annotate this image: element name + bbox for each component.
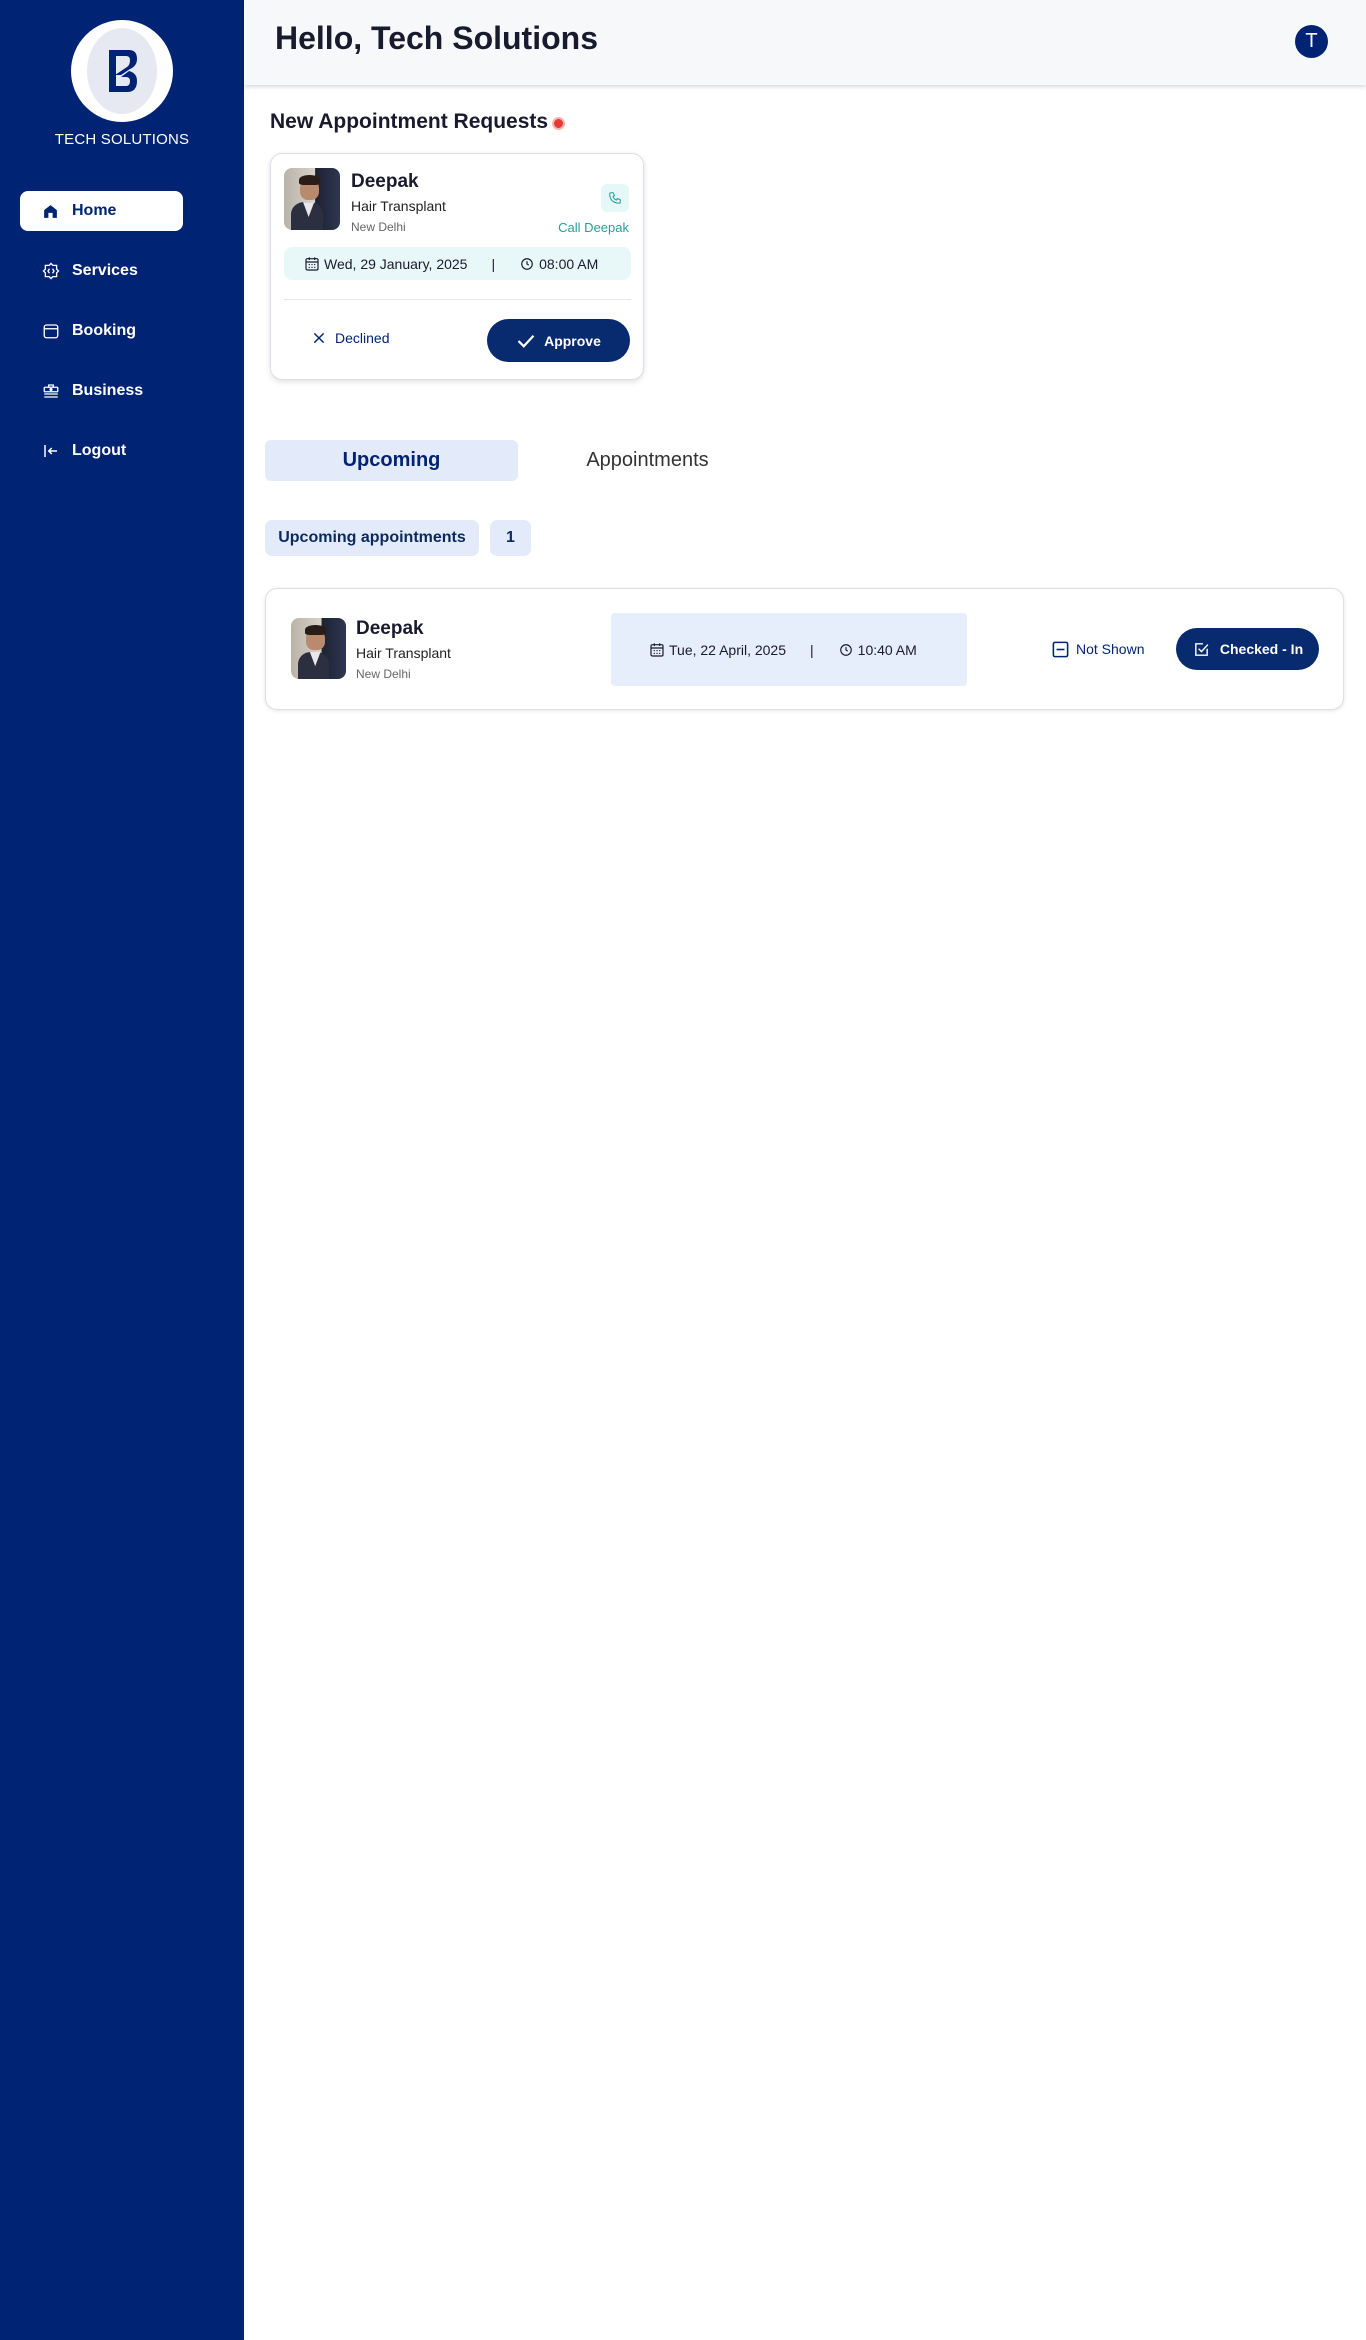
top-header: Hello, Tech Solutions T: [244, 0, 1366, 85]
sidebar-item-label: Home: [72, 202, 117, 219]
calendar-icon: [304, 256, 320, 272]
requests-heading-text: New Appointment Requests: [270, 110, 549, 133]
sidebar-item-services[interactable]: Services: [20, 251, 183, 291]
decline-label: Declined: [335, 330, 390, 346]
card-divider: [284, 299, 631, 300]
brand-logo-mark: [87, 28, 157, 114]
close-icon: [311, 330, 327, 346]
sidebar-item-label: Logout: [72, 442, 127, 459]
services-icon: [41, 262, 60, 281]
approve-button[interactable]: Approve: [487, 319, 630, 362]
client-name: Deepak: [356, 618, 424, 639]
appointment-time: 10:40 AM: [857, 641, 917, 658]
client-photo: [291, 618, 346, 679]
clock-icon: [838, 642, 854, 658]
upcoming-appointments-label: Upcoming appointments: [265, 520, 479, 556]
sidebar-item-label: Business: [72, 382, 144, 399]
decline-button[interactable]: Declined: [311, 330, 389, 346]
upcoming-appointment-card: Deepak Hair Transplant New Delhi Tue, 22…: [265, 588, 1344, 710]
datetime-separator: |: [491, 255, 496, 272]
tab-upcoming[interactable]: Upcoming: [265, 440, 518, 481]
sidebar-item-label: Services: [72, 262, 138, 279]
user-avatar[interactable]: T: [1295, 25, 1328, 58]
request-date: Wed, 29 January, 2025: [324, 255, 468, 272]
client-name: Deepak: [351, 171, 419, 192]
logout-icon: [41, 442, 60, 461]
request-datetime-bar: Wed, 29 January, 2025 | 08:00 AM: [284, 247, 631, 280]
clock-icon: [519, 256, 535, 272]
call-button[interactable]: [601, 184, 629, 212]
checked-in-button[interactable]: Checked - In: [1176, 628, 1319, 670]
tab-appointments[interactable]: Appointments: [518, 440, 777, 481]
upcoming-count-badge: 1: [490, 520, 531, 556]
request-time: 08:00 AM: [539, 255, 599, 272]
sidebar-nav: Home Services Booking Business Logout: [20, 191, 183, 491]
notification-dot-icon: [552, 116, 566, 130]
phone-icon: [609, 192, 621, 204]
client-photo: [284, 168, 340, 230]
sidebar-item-label: Booking: [72, 322, 136, 339]
not-shown-button[interactable]: Not Shown: [1050, 639, 1144, 659]
calendar-icon: [649, 642, 665, 658]
appointment-datetime-box: Tue, 22 April, 2025 | 10:40 AM: [611, 613, 967, 686]
call-client-link[interactable]: Call Deepak: [558, 220, 629, 235]
approve-label: Approve: [544, 332, 601, 349]
brand-name: TECH SOLUTIONS: [54, 131, 190, 148]
page-title: Hello, Tech Solutions: [275, 20, 598, 56]
client-service: Hair Transplant: [351, 198, 446, 214]
sidebar: TECH SOLUTIONS Home Services Booking Bus…: [0, 0, 244, 2340]
sidebar-item-home[interactable]: Home: [20, 191, 183, 231]
sidebar-item-business[interactable]: Business: [20, 371, 183, 411]
checkbox-checked-icon: [1192, 639, 1212, 659]
sidebar-item-logout[interactable]: Logout: [20, 431, 183, 471]
brand-logo[interactable]: [71, 20, 173, 122]
client-city: New Delhi: [351, 220, 406, 234]
client-city: New Delhi: [356, 667, 411, 681]
not-shown-label: Not Shown: [1076, 641, 1145, 657]
requests-heading: New Appointment Requests: [270, 110, 566, 134]
booking-icon: [41, 322, 60, 341]
business-icon: [41, 382, 60, 401]
home-icon: [41, 202, 60, 221]
checked-in-label: Checked - In: [1219, 641, 1304, 657]
client-service: Hair Transplant: [356, 645, 451, 661]
minus-square-icon: [1050, 639, 1070, 659]
sidebar-item-booking[interactable]: Booking: [20, 311, 183, 351]
logo-b-icon: [109, 50, 137, 92]
appointment-request-card: Deepak Hair Transplant New Delhi Call De…: [270, 153, 644, 380]
datetime-separator: |: [810, 641, 814, 658]
check-icon: [516, 333, 536, 349]
appointment-date: Tue, 22 April, 2025: [669, 641, 787, 658]
